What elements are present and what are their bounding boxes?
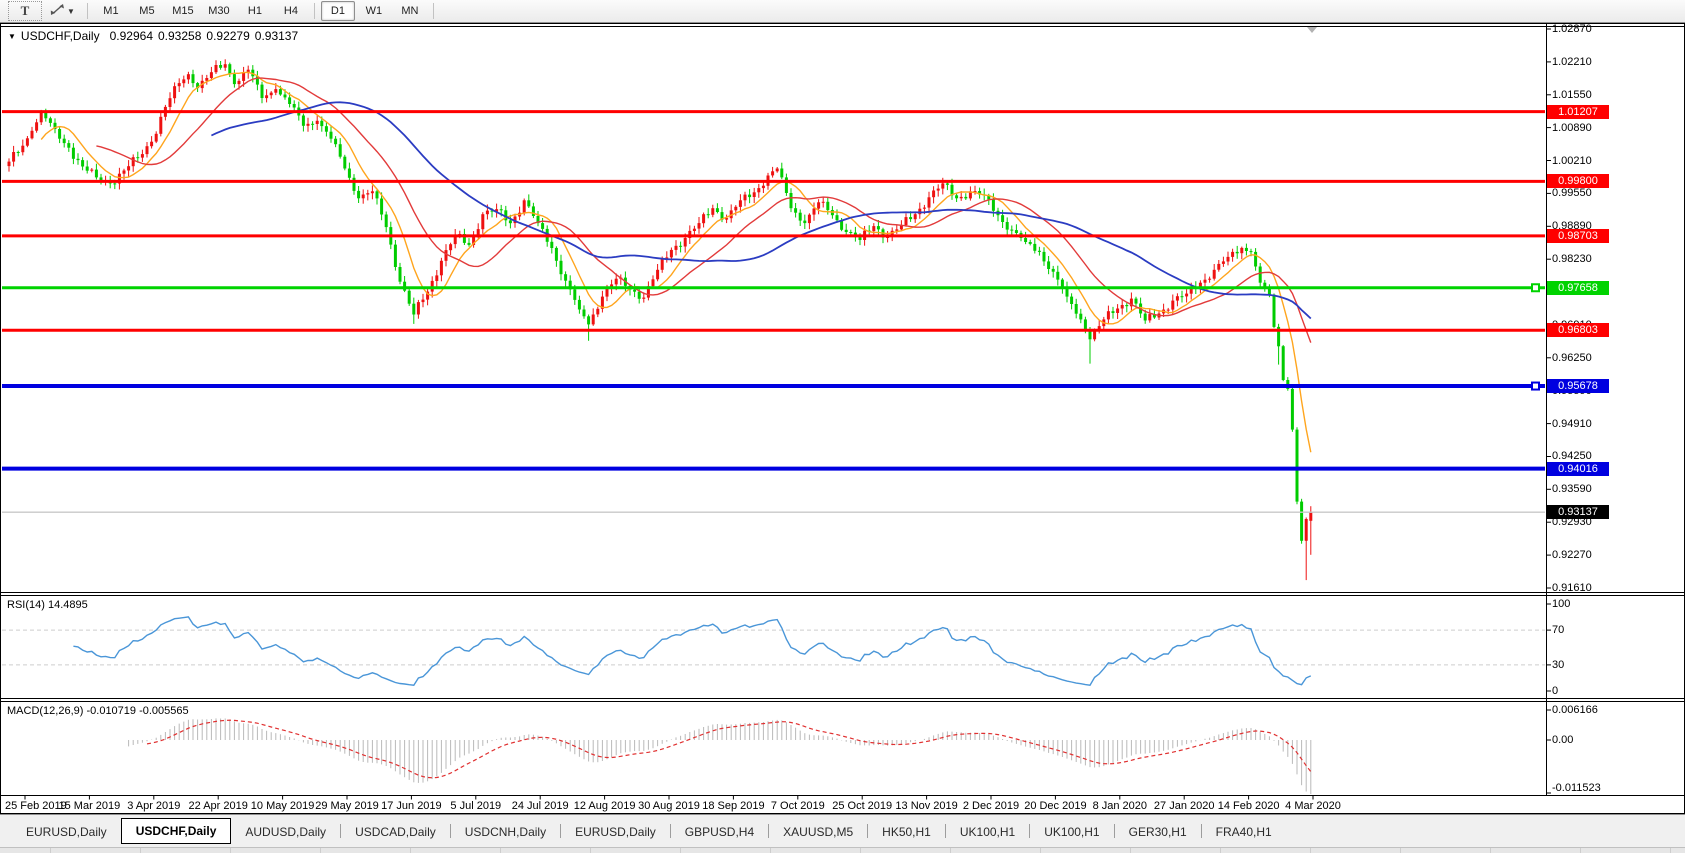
- timeframe-button-h4[interactable]: H4: [274, 1, 308, 21]
- rsi-indicator-label: RSI(14) 14.4895: [7, 599, 88, 611]
- arrows-icon: [50, 3, 65, 19]
- pane-separators: [1, 24, 1685, 796]
- strip-divider: [1580, 848, 1581, 853]
- timeframe-button-m1[interactable]: M1: [94, 1, 128, 21]
- ohlc-high: 0.93258: [158, 29, 202, 43]
- level-drag-handle: [1531, 283, 1540, 293]
- strip-divider: [770, 848, 771, 853]
- axis-ticks: [24, 28, 1551, 800]
- strip-divider: [590, 848, 591, 853]
- strip-divider: [140, 848, 141, 853]
- collapse-icon[interactable]: ▼: [8, 32, 16, 41]
- strip-divider: [1040, 848, 1041, 853]
- ohlc-low: 0.92279: [206, 29, 250, 43]
- timeframe-button-h1[interactable]: H1: [238, 1, 272, 21]
- candlestick-chart-canvas[interactable]: [1, 24, 1685, 815]
- macd-main-value: -0.010719: [86, 705, 137, 717]
- text-tool-button[interactable]: T: [8, 1, 42, 21]
- timeframe-button-m5[interactable]: M5: [130, 1, 164, 21]
- strip-divider: [230, 848, 231, 853]
- strip-divider: [1310, 848, 1311, 853]
- strip-divider: [860, 848, 861, 853]
- timeframe-button-w1[interactable]: W1: [357, 1, 391, 21]
- strip-divider: [410, 848, 411, 853]
- strip-divider: [950, 848, 951, 853]
- chart-tab-eurusd-daily[interactable]: EURUSD,Daily: [561, 821, 670, 843]
- chart-tab-gbpusd-h4[interactable]: GBPUSD,H4: [671, 821, 768, 843]
- timeframe-button-group: M1 M5 M15 M30 H1 H4 D1 W1 MN: [93, 1, 439, 21]
- macd-histogram: [128, 718, 1312, 794]
- macd-indicator-label: MACD(12,26,9) -0.010719 -0.005565: [7, 705, 189, 717]
- timeframe-button-m30[interactable]: M30: [202, 1, 236, 21]
- timeframe-button-m15[interactable]: M15: [166, 1, 200, 21]
- timeframe-button-mn[interactable]: MN: [393, 1, 427, 21]
- chart-window[interactable]: 1.02870 1.02210 1.01550 1.00890 1.00210 0.995…: [0, 23, 1685, 814]
- arrows-tool-button[interactable]: ▼: [44, 1, 81, 21]
- chart-tab-uk100-h1[interactable]: UK100,H1: [1030, 821, 1113, 843]
- strip-divider: [50, 848, 51, 853]
- chart-tab-usdcad-daily[interactable]: USDCAD,Daily: [341, 821, 450, 843]
- rsi-value: 14.4895: [47, 599, 88, 611]
- ma-slow-blue: [211, 101, 1312, 320]
- chart-tab-eurusd-daily[interactable]: EURUSD,Daily: [12, 821, 121, 843]
- ma-fast-orange: [40, 71, 1312, 453]
- ohlc-open: 0.92964: [109, 29, 153, 43]
- top-toolbar: T ▼ M1 M5 M15 M30 H1 H4 D1 W1 MN: [0, 0, 1685, 23]
- chart-tab-fra40-h1[interactable]: FRA40,H1: [1202, 821, 1286, 843]
- chart-tab-usdchf-daily[interactable]: USDCHF,Daily: [120, 818, 232, 844]
- ohlc-close: 0.93137: [254, 29, 299, 43]
- strip-divider: [1670, 848, 1671, 853]
- chart-tab-ger30-h1[interactable]: GER30,H1: [1115, 821, 1201, 843]
- toolbar-separator: [432, 3, 434, 19]
- chart-tab-usdcnh-daily[interactable]: USDCNH,Daily: [451, 821, 560, 843]
- chart-shift-marker[interactable]: [1307, 27, 1317, 33]
- trading-terminal-window: T ▼ M1 M5 M15 M30 H1 H4 D1 W1 MN 1.02870 1.02210 1…: [0, 0, 1685, 853]
- candles: [7, 59, 1313, 581]
- symbol-period-label: USDCHF,Daily: [20, 29, 100, 43]
- strip-divider: [320, 848, 321, 853]
- strip-divider: [500, 848, 501, 853]
- chevron-down-icon: ▼: [67, 6, 75, 16]
- chart-title: ▼ USDCHF,Daily 0.92964 0.93258 0.92279 0.9313…: [8, 29, 303, 43]
- toolbar-separator: [313, 3, 315, 19]
- chart-tab-bar: EURUSD,Daily USDCHF,Daily AUDUSD,Daily USDC…: [0, 814, 1685, 847]
- chart-tab-hk50-h1[interactable]: HK50,H1: [868, 821, 945, 843]
- bottom-resize-strip: [0, 847, 1685, 853]
- strip-divider: [680, 848, 681, 853]
- ma-mid-red: [96, 77, 1312, 343]
- strip-divider: [1130, 848, 1131, 853]
- rsi-line: [73, 616, 1312, 686]
- strip-divider: [1400, 848, 1401, 853]
- chart-tab-uk100-h1[interactable]: UK100,H1: [946, 821, 1029, 843]
- timeframe-button-d1[interactable]: D1: [320, 1, 355, 21]
- level-drag-handle: [1531, 381, 1540, 391]
- chart-tab-xauusd-m5[interactable]: XAUUSD,M5: [769, 821, 867, 843]
- toolbar-separator: [86, 3, 88, 19]
- macd-signal-value: -0.005565: [139, 705, 189, 717]
- strip-divider: [1490, 848, 1491, 853]
- chart-tab-audusd-daily[interactable]: AUDUSD,Daily: [231, 821, 340, 843]
- strip-divider: [1220, 848, 1221, 853]
